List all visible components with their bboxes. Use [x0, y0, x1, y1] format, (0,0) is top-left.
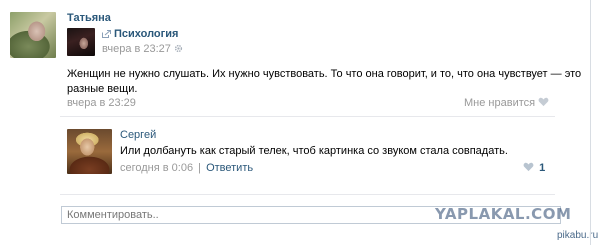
watermark: YAPLAKAL.COM — [435, 205, 572, 223]
repost-meta: вчера в 23:27 — [102, 43, 183, 55]
comment-text: Или долбануть как старый телек, чтоб кар… — [120, 145, 508, 157]
scrollbar-edge — [590, 0, 591, 245]
meta-separator: | — [198, 162, 202, 174]
gear-icon[interactable] — [174, 44, 183, 53]
source-credit: pikabu.ru — [557, 230, 599, 241]
comment-meta: сегодня в 0:06 | Ответить — [120, 162, 253, 174]
author-avatar[interactable] — [10, 12, 56, 58]
like-label: Мне нравится — [464, 97, 536, 109]
post-like-button[interactable]: Мне нравится — [464, 97, 549, 109]
post-time[interactable]: вчера в 23:29 — [67, 97, 136, 109]
comment-avatar[interactable] — [67, 129, 112, 174]
share-icon — [102, 30, 111, 38]
repost-time[interactable]: вчера в 23:27 — [102, 43, 171, 55]
comment-like-count: 1 — [539, 162, 546, 174]
comments-divider — [60, 194, 555, 195]
post-text-line-2: разные вещи. — [67, 83, 138, 95]
reply-link[interactable]: Ответить — [206, 162, 253, 174]
post-text-line-1: Женщин не нужно слушать. Их нужно чувств… — [67, 68, 582, 80]
comment-input-placeholder: Комментировать.. — [67, 209, 159, 221]
repost-group-name[interactable]: Психология — [114, 28, 178, 40]
comment-time[interactable]: сегодня в 0:06 — [120, 162, 193, 174]
post-text: Женщин не нужно слушать. Их нужно чувств… — [67, 67, 587, 97]
heart-icon — [538, 97, 549, 107]
repost-source[interactable]: Психология — [102, 28, 178, 40]
comment-author-name[interactable]: Сергей — [120, 129, 156, 141]
group-avatar[interactable] — [67, 28, 95, 56]
post-author-name[interactable]: Татьяна — [67, 12, 111, 24]
post-divider — [60, 116, 555, 117]
comment-like-button[interactable]: 1 — [523, 162, 545, 174]
heart-icon — [523, 162, 534, 172]
